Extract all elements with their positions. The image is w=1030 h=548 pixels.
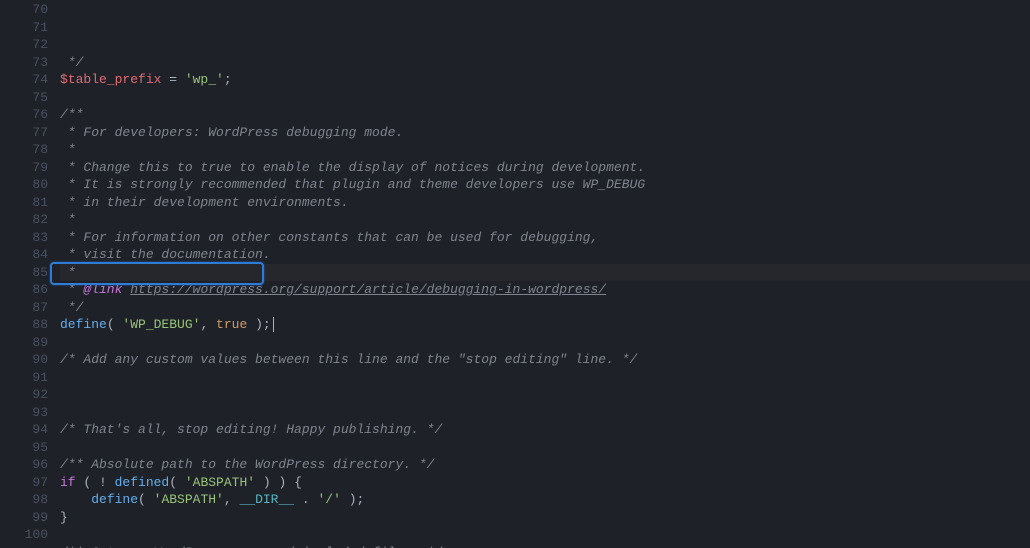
code-line[interactable]	[60, 334, 1030, 352]
code-line[interactable]: /* Add any custom values between this li…	[60, 351, 1030, 369]
line-number: 83	[0, 229, 48, 247]
code-line[interactable]: define( 'WP_DEBUG', true );	[60, 316, 1030, 334]
code-line[interactable]: * in their development environments.	[60, 194, 1030, 212]
line-number: 72	[0, 36, 48, 54]
line-number: 87	[0, 299, 48, 317]
line-number: 94	[0, 421, 48, 439]
line-number: 82	[0, 211, 48, 229]
code-line[interactable]: *	[60, 141, 1030, 159]
code-area[interactable]: */$table_prefix = 'wp_';/** * For develo…	[60, 0, 1030, 548]
code-editor[interactable]: 7071727374757677787980818283848586878889…	[0, 0, 1030, 548]
code-line[interactable]	[60, 404, 1030, 422]
line-number: 84	[0, 246, 48, 264]
code-line[interactable]: * @link https://wordpress.org/support/ar…	[60, 281, 1030, 299]
code-line[interactable]: */	[60, 299, 1030, 317]
line-number: 92	[0, 386, 48, 404]
code-line[interactable]	[60, 369, 1030, 387]
line-number: 96	[0, 456, 48, 474]
line-number: 86	[0, 281, 48, 299]
code-line[interactable]: * For developers: WordPress debugging mo…	[60, 124, 1030, 142]
line-number: 100	[0, 526, 48, 544]
code-line[interactable]	[60, 89, 1030, 107]
line-number: 70	[0, 1, 48, 19]
code-line[interactable]: }	[60, 509, 1030, 527]
code-line[interactable]: /* That's all, stop editing! Happy publi…	[60, 421, 1030, 439]
code-line[interactable]: * It is strongly recommended that plugin…	[60, 176, 1030, 194]
code-line[interactable]: * For information on other constants tha…	[60, 229, 1030, 247]
code-line[interactable]: */	[60, 54, 1030, 72]
line-number: 77	[0, 124, 48, 142]
line-number: 80	[0, 176, 48, 194]
line-number-gutter: 7071727374757677787980818283848586878889…	[0, 0, 60, 548]
line-number: 75	[0, 89, 48, 107]
code-line[interactable]: *	[60, 211, 1030, 229]
line-number: 93	[0, 404, 48, 422]
code-line[interactable]: /** Sets up WordPress vars and included …	[60, 544, 1030, 548]
code-line[interactable]: * Change this to true to enable the disp…	[60, 159, 1030, 177]
line-number: 76	[0, 106, 48, 124]
line-number: 89	[0, 334, 48, 352]
line-number: 98	[0, 491, 48, 509]
code-line[interactable]	[60, 386, 1030, 404]
code-line[interactable]: *	[60, 264, 1030, 282]
line-number: 79	[0, 159, 48, 177]
line-number: 71	[0, 19, 48, 37]
code-line[interactable]: if ( ! defined( 'ABSPATH' ) ) {	[60, 474, 1030, 492]
line-number: 88	[0, 316, 48, 334]
line-number: 78	[0, 141, 48, 159]
code-line[interactable]: /**	[60, 106, 1030, 124]
line-number: 81	[0, 194, 48, 212]
line-number: 95	[0, 439, 48, 457]
code-line[interactable]: /** Absolute path to the WordPress direc…	[60, 456, 1030, 474]
line-number: 97	[0, 474, 48, 492]
line-number: 74	[0, 71, 48, 89]
code-line[interactable]: * visit the documentation.	[60, 246, 1030, 264]
code-line[interactable]	[60, 526, 1030, 544]
code-line[interactable]: define( 'ABSPATH', __DIR__ . '/' );	[60, 491, 1030, 509]
line-number: 73	[0, 54, 48, 72]
line-number: 85	[0, 264, 48, 282]
code-line[interactable]	[60, 439, 1030, 457]
line-number: 90	[0, 351, 48, 369]
code-line[interactable]: $table_prefix = 'wp_';	[60, 71, 1030, 89]
line-number: 99	[0, 509, 48, 527]
line-number: 91	[0, 369, 48, 387]
